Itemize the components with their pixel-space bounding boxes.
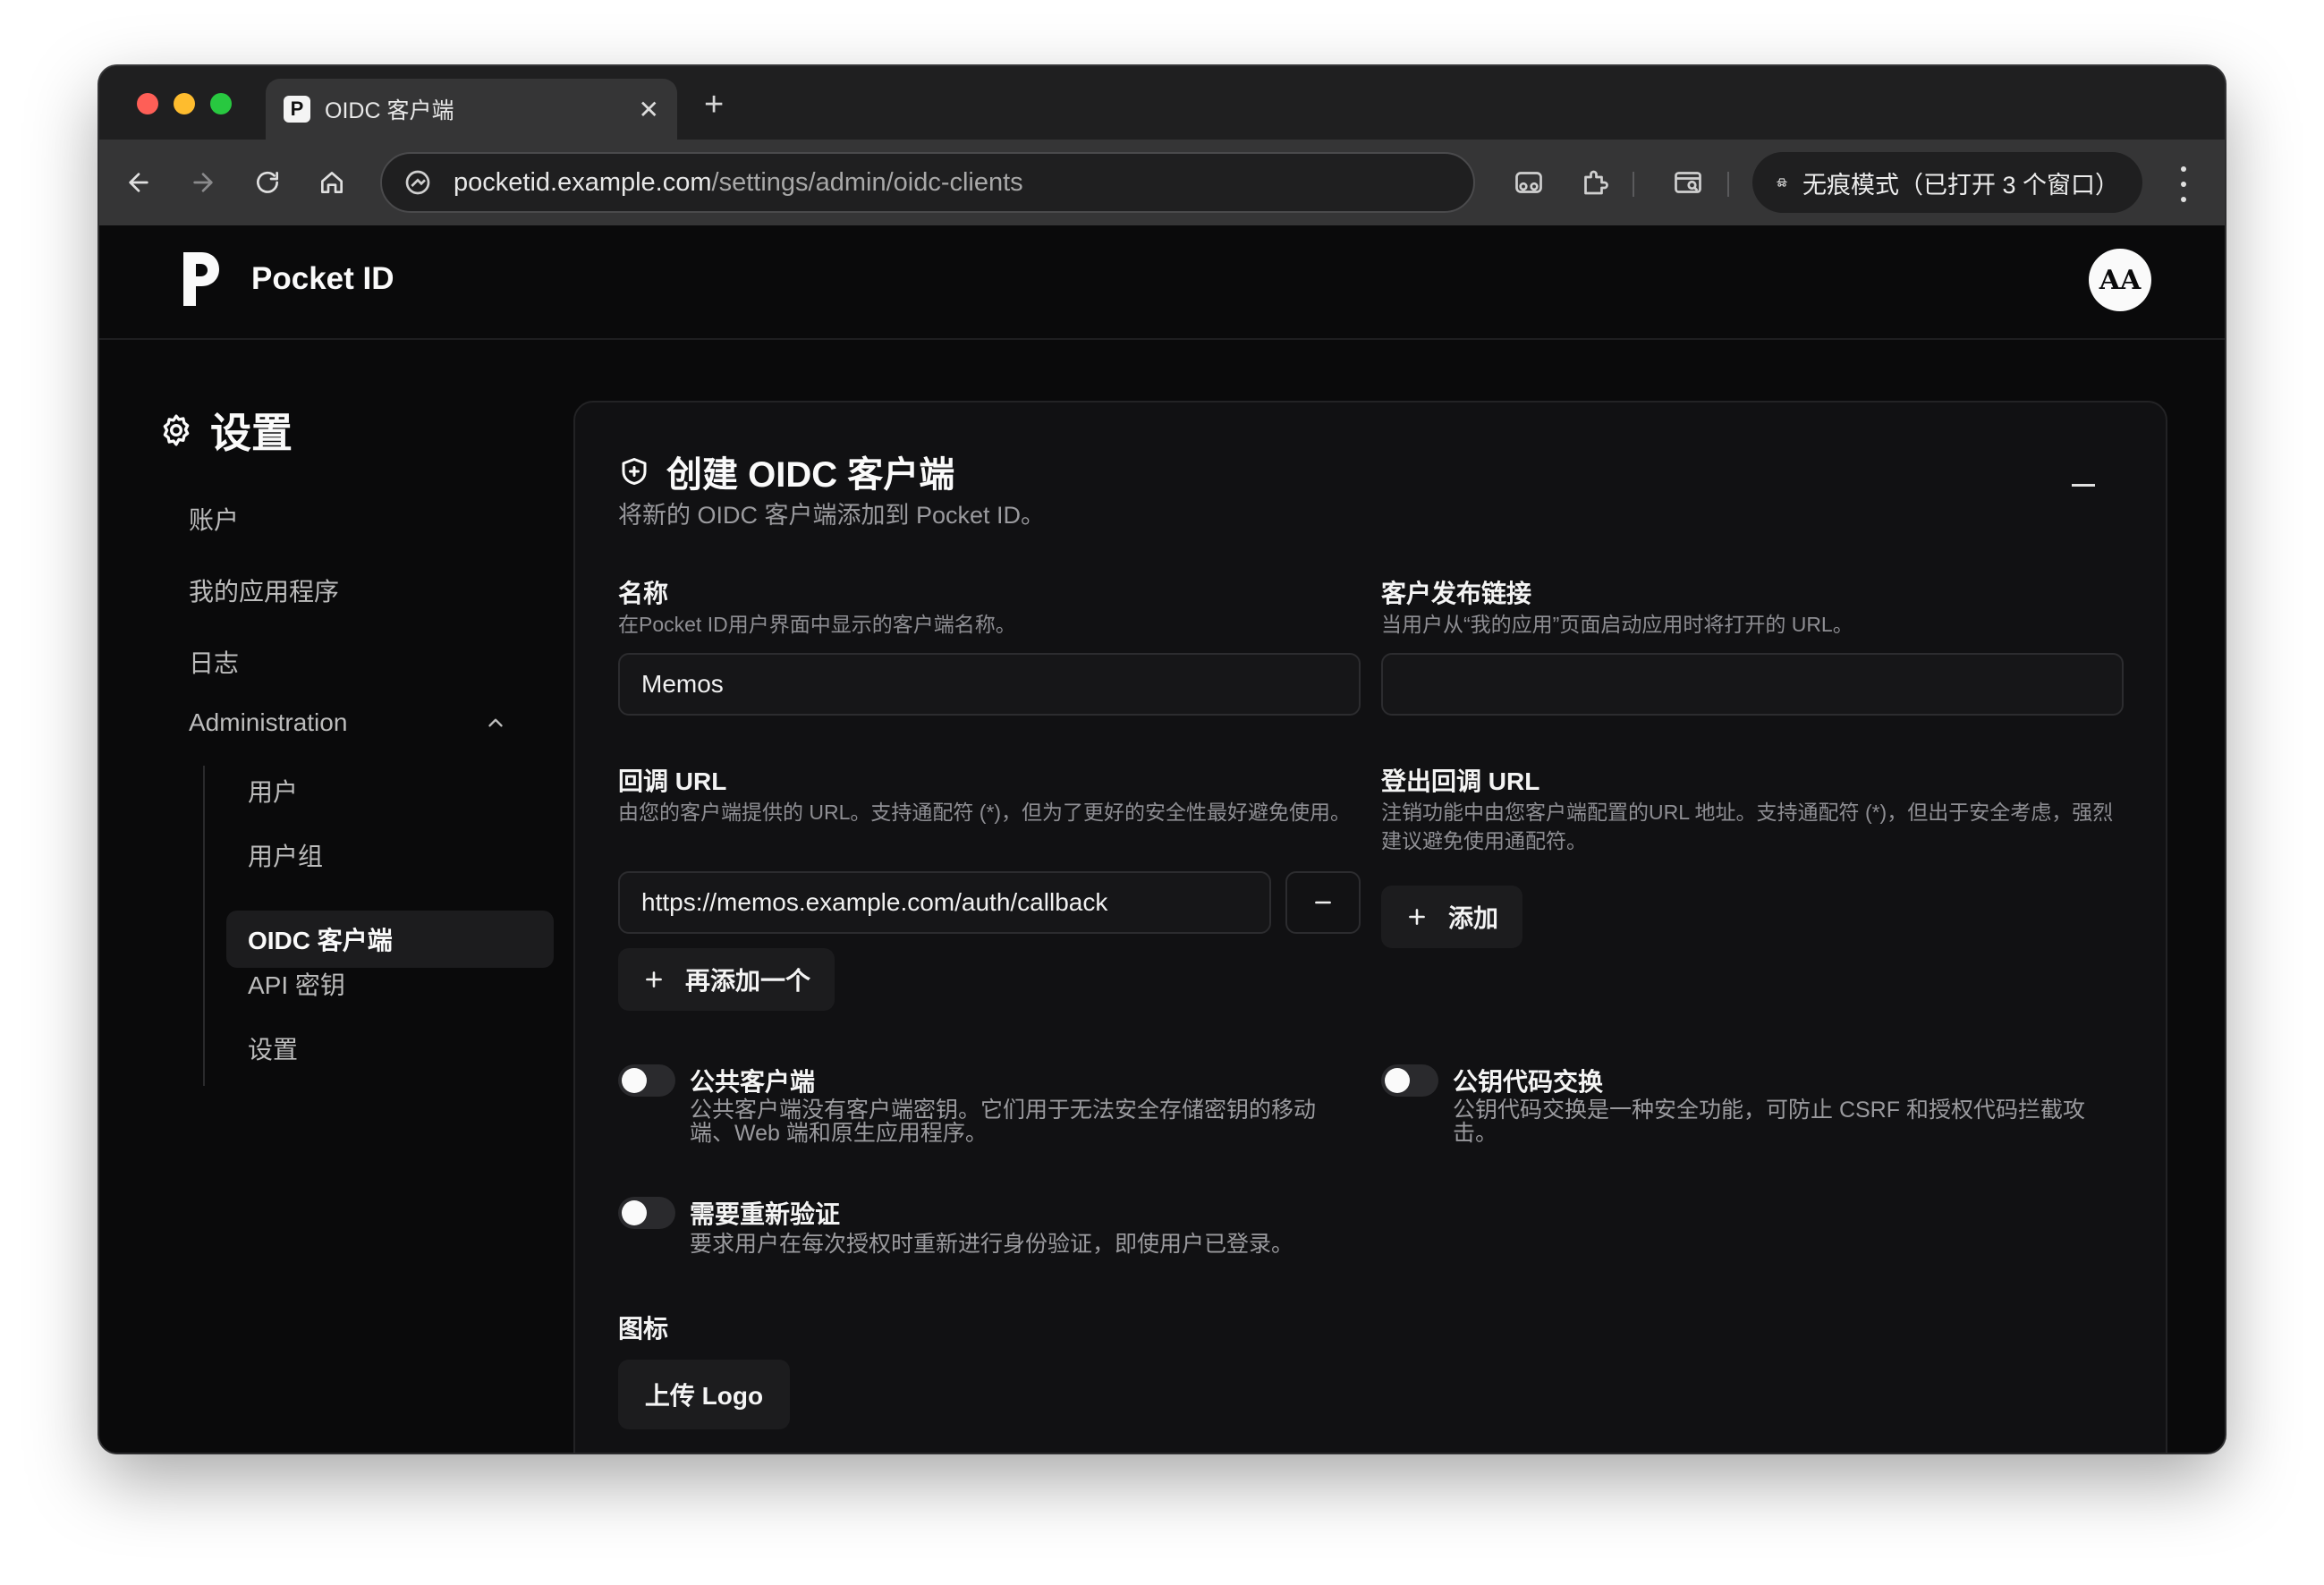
launch-url-label: 客户发布链接 (1381, 580, 1532, 607)
arrow-left-icon (129, 173, 148, 192)
address-bar[interactable]: pocketid.example.com/settings/admin/oidc… (380, 152, 1475, 213)
logout-url-label: 登出回调 URL (1381, 767, 1540, 795)
logout-url-hint: 注销功能中由您客户端配置的URL 地址。支持通配符 (*)，但出于安全考虑，强烈… (1381, 801, 2114, 852)
name-hint: 在Pocket ID用户界面中显示的客户端名称。 (618, 613, 1016, 636)
card-heading: 创建 OIDC 客户端 (618, 445, 954, 497)
reauth-hint: 要求用户在每次授权时重新进行身份验证，即使用户已登录。 (690, 1232, 1294, 1257)
url-text: pocketid.example.com/settings/admin/oidc… (454, 167, 1023, 197)
gear-icon (163, 414, 190, 446)
minimize-window-button[interactable] (174, 93, 195, 114)
public-client-label: 公共客户端 (690, 1068, 816, 1096)
glasses-icon (1515, 172, 1542, 193)
reload-icon (257, 171, 278, 193)
home-icon (321, 172, 343, 193)
sidebar-item-account[interactable]: 账户 (189, 501, 239, 537)
toggle-thumb (1385, 1068, 1410, 1093)
pocket-id-favicon-icon: P (284, 96, 310, 123)
arrow-right-icon (193, 173, 213, 192)
add-logout-url-button[interactable]: 添加 (1381, 886, 1522, 948)
close-tab-icon[interactable]: ✕ (639, 95, 659, 124)
minus-icon (1315, 901, 1331, 904)
tab-bar: P OIDC 客户端 ✕ + (99, 66, 2225, 140)
sidebar-item-app-settings[interactable]: 设置 (248, 1030, 298, 1066)
sidebar-item-user-groups[interactable]: 用户组 (248, 837, 323, 873)
reauth-label: 需要重新验证 (690, 1200, 841, 1228)
minus-icon (2072, 483, 2095, 487)
tab-search-button[interactable] (1667, 161, 1709, 204)
incognito-label: 无痕模式（已打开 3 个窗口） (1802, 171, 2119, 199)
settings-sidebar: 设置 账户 我的应用程序 日志 Administration 用户 用户组 OI… (158, 401, 623, 1086)
back-button[interactable] (117, 161, 160, 204)
browser-window: P OIDC 客户端 ✕ + pocketid.example.com/sett… (99, 66, 2225, 1453)
plus-icon (646, 971, 662, 987)
maximize-window-button[interactable] (210, 93, 232, 114)
app-header: Pocket ID AA (99, 225, 2225, 340)
toolbar-divider (1727, 172, 1729, 197)
launch-url-input[interactable] (1381, 653, 2124, 716)
reader-mode-button[interactable] (1507, 161, 1550, 204)
settings-heading: 设置 (158, 401, 623, 460)
browser-tab[interactable]: P OIDC 客户端 ✕ (266, 79, 677, 140)
app-root: Pocket ID AA 设置 账户 我的应用程序 日志 Administrat… (99, 225, 2225, 1453)
new-tab-button[interactable]: + (704, 86, 724, 124)
chevron-up-icon (488, 718, 503, 727)
sidebar-item-oidc-clients[interactable]: OIDC 客户端 (226, 911, 554, 968)
pkce-toggle[interactable] (1381, 1064, 1438, 1097)
collapse-card-button[interactable] (2067, 469, 2099, 501)
create-oidc-client-card: 创建 OIDC 客户端 将新的 OIDC 客户端添加到 Pocket ID。 名… (573, 401, 2167, 1453)
sidebar-item-api-keys[interactable]: API 密钥 (248, 966, 345, 1002)
icon-label: 图标 (618, 1315, 669, 1343)
home-button[interactable] (310, 161, 353, 204)
pkce-label: 公钥代码交换 (1453, 1068, 1604, 1096)
tab-title: OIDC 客户端 (325, 98, 454, 123)
card-subtitle: 将新的 OIDC 客户端添加到 Pocket ID。 (618, 502, 1046, 529)
pocket-id-logo-icon[interactable] (178, 249, 225, 309)
extensions-button[interactable] (1573, 161, 1616, 204)
admin-submenu-line (203, 766, 205, 1086)
incognito-indicator[interactable]: 无痕模式（已打开 3 个窗口） (1752, 152, 2142, 213)
sidebar-item-my-apps[interactable]: 我的应用程序 (189, 572, 339, 608)
user-avatar[interactable]: AA (2089, 249, 2151, 311)
sidebar-item-logs[interactable]: 日志 (189, 644, 239, 680)
sidebar-admin-toggle[interactable]: Administration (189, 708, 507, 737)
plus-icon (1409, 909, 1425, 925)
sidebar-item-users[interactable]: 用户 (248, 773, 298, 809)
settings-title: 设置 (210, 410, 293, 456)
puzzle-icon (1584, 170, 1608, 195)
public-client-hint: 公共客户端没有客户端密钥。它们用于无法安全存储密钥的移动端、Web 端和原生应用… (690, 1098, 1317, 1146)
toggle-thumb (622, 1068, 647, 1093)
browser-menu-button[interactable] (2173, 166, 2194, 202)
add-logout-label: 添加 (1447, 904, 1498, 932)
add-another-callback-button[interactable]: 再添加一个 (618, 948, 835, 1011)
shield-plus-icon (622, 458, 647, 485)
callback-url-hint: 由您的客户端提供的 URL。支持通配符 (*)，但为了更好的安全性最好避免使用。 (618, 801, 1352, 824)
pkce-hint: 公钥代码交换是一种安全功能，可防止 CSRF 和授权代码拦截攻击。 (1453, 1098, 2085, 1146)
name-input[interactable]: Memos (618, 653, 1361, 716)
add-another-label: 再添加一个 (684, 967, 810, 995)
close-window-button[interactable] (137, 93, 158, 114)
brand-name[interactable]: Pocket ID (251, 261, 394, 297)
reload-button[interactable] (246, 161, 289, 204)
callback-url-label: 回调 URL (618, 767, 727, 795)
toggle-thumb (622, 1200, 647, 1225)
launch-url-hint: 当用户从“我的应用”页面启动应用时将打开的 URL。 (1381, 613, 1853, 636)
browser-toolbar: pocketid.example.com/settings/admin/oidc… (99, 140, 2225, 225)
sidebar-item-oidc-clients-label: OIDC 客户端 (248, 927, 393, 954)
upload-logo-button[interactable]: 上传 Logo (618, 1360, 790, 1429)
toolbar-divider (1633, 172, 1634, 197)
remove-callback-url-button[interactable] (1285, 871, 1361, 934)
callback-url-input[interactable]: https://memos.example.com/auth/callback (618, 871, 1271, 934)
sidebar-admin-label: Administration (189, 708, 348, 736)
public-client-toggle[interactable] (618, 1064, 675, 1097)
incognito-icon (1777, 178, 1787, 187)
site-info-icon[interactable] (403, 168, 432, 197)
tab-search-icon (1675, 172, 1701, 193)
card-title: 创建 OIDC 客户端 (666, 455, 955, 495)
reauth-toggle[interactable] (618, 1197, 675, 1229)
forward-button[interactable] (182, 161, 225, 204)
name-label: 名称 (618, 580, 669, 607)
